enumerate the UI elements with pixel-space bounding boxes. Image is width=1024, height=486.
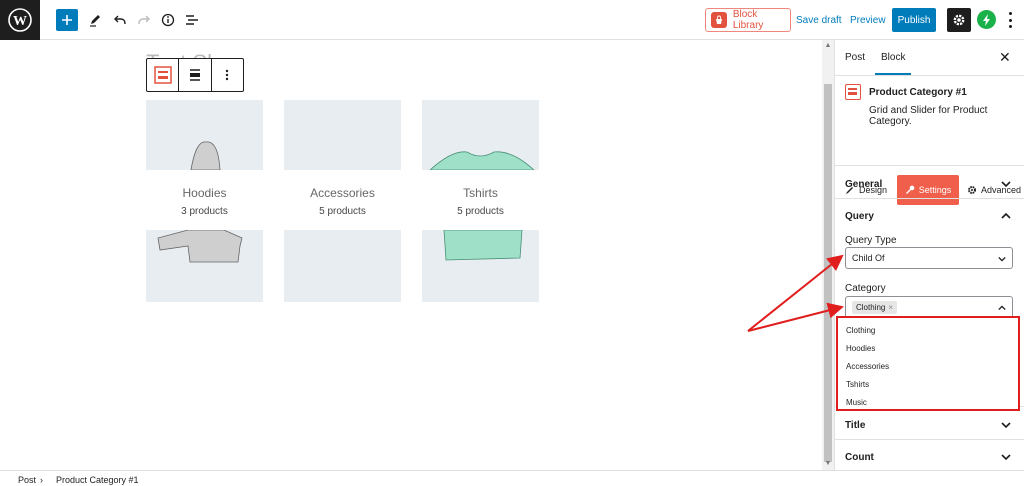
query-type-label: Query Type bbox=[845, 235, 897, 246]
breadcrumb-post[interactable]: Post bbox=[18, 475, 36, 485]
dropdown-option[interactable]: Clothing bbox=[846, 326, 875, 335]
scroll-down-icon[interactable]: ▼ bbox=[824, 460, 832, 468]
block-library-button[interactable]: Block Library bbox=[705, 8, 791, 32]
block-description: Grid and Slider for Product Category. bbox=[869, 105, 988, 127]
category-label: Category bbox=[845, 283, 886, 294]
add-block-button[interactable] bbox=[56, 9, 78, 31]
chevron-down-icon bbox=[1001, 181, 1011, 188]
category-tag-label: Clothing bbox=[856, 302, 886, 312]
editor-top-bar: W Block Library Save draft Preview Publi… bbox=[0, 0, 1024, 40]
chevron-up-icon bbox=[998, 305, 1006, 311]
panel-count-title: Count bbox=[845, 452, 874, 463]
block-more-options-icon[interactable] bbox=[212, 59, 243, 91]
tab-post[interactable]: Post bbox=[845, 52, 865, 63]
block-toolbar bbox=[146, 58, 244, 92]
panel-query-title[interactable]: Query bbox=[845, 211, 874, 222]
scroll-thumb[interactable] bbox=[824, 84, 832, 462]
category-count: 5 products bbox=[319, 206, 366, 217]
category-name: Hoodies bbox=[182, 186, 227, 200]
close-sidebar-icon[interactable]: ✕ bbox=[999, 49, 1011, 66]
panel-title-title: Title bbox=[845, 420, 866, 431]
panel-title[interactable]: Title bbox=[835, 406, 1024, 440]
tools-pencil-icon[interactable] bbox=[84, 9, 106, 31]
chevron-down-icon bbox=[998, 256, 1006, 262]
query-type-value: Child Of bbox=[852, 253, 885, 263]
panel-general-title: General bbox=[845, 179, 883, 190]
redo-icon[interactable] bbox=[133, 9, 155, 31]
performance-bolt-icon[interactable] bbox=[977, 10, 996, 29]
category-card[interactable]: Hoodies 3 products bbox=[146, 100, 263, 302]
category-count: 3 products bbox=[181, 206, 228, 217]
category-label-band: Accessories 5 products bbox=[284, 170, 401, 230]
dropdown-option[interactable]: Accessories bbox=[846, 362, 889, 371]
category-options-dropdown: Clothing Hoodies Accessories Tshirts Mus… bbox=[836, 316, 1020, 411]
dropdown-option[interactable]: Music bbox=[846, 398, 867, 407]
panel-count[interactable]: Count bbox=[835, 439, 1024, 470]
category-count: 5 products bbox=[457, 206, 504, 217]
undo-icon[interactable] bbox=[109, 9, 131, 31]
save-draft-button[interactable]: Save draft bbox=[796, 15, 842, 26]
remove-tag-icon[interactable]: × bbox=[888, 303, 893, 312]
block-title: Product Category #1 bbox=[869, 87, 967, 98]
chevron-up-icon[interactable] bbox=[1001, 211, 1011, 221]
publish-button[interactable]: Publish bbox=[892, 8, 936, 32]
panel-general[interactable]: General bbox=[835, 165, 1024, 199]
dropdown-option[interactable]: Tshirts bbox=[846, 380, 869, 389]
list-view-icon[interactable] bbox=[181, 9, 203, 31]
settings-gear-icon[interactable] bbox=[947, 8, 971, 32]
chevron-right-icon: › bbox=[40, 475, 43, 485]
category-tag[interactable]: Clothing × bbox=[852, 300, 898, 314]
category-card[interactable]: Tshirts 5 products bbox=[422, 100, 539, 302]
sidebar-tabs: Post Block ✕ bbox=[835, 40, 1024, 76]
chevron-down-icon bbox=[1001, 422, 1011, 429]
options-kebab-icon[interactable] bbox=[1004, 12, 1016, 28]
category-name: Tshirts bbox=[463, 186, 498, 200]
product-category-grid: Hoodies 3 products Accessories 5 product… bbox=[146, 100, 539, 302]
category-label-band: Hoodies 3 products bbox=[146, 170, 263, 230]
category-name: Accessories bbox=[310, 186, 375, 200]
svg-text:W: W bbox=[13, 14, 27, 29]
category-multiselect[interactable]: Clothing × bbox=[845, 296, 1013, 318]
dropdown-option[interactable]: Hoodies bbox=[846, 344, 875, 353]
query-type-select[interactable]: Child Of bbox=[845, 247, 1013, 269]
scroll-up-icon[interactable]: ▲ bbox=[824, 42, 832, 50]
canvas-scrollbar[interactable]: ▲ ▼ bbox=[822, 40, 834, 470]
block-library-label: Block Library bbox=[732, 9, 764, 31]
preview-button[interactable]: Preview bbox=[850, 15, 886, 26]
shopping-bag-icon bbox=[711, 12, 727, 28]
product-category-block-icon bbox=[845, 84, 861, 100]
align-icon[interactable] bbox=[179, 59, 212, 91]
details-info-icon[interactable] bbox=[157, 9, 179, 31]
category-label-band: Tshirts 5 products bbox=[422, 170, 539, 230]
breadcrumb: Post › Product Category #1 bbox=[0, 470, 1024, 486]
editor-canvas: Text Shop Hoodies 3 products Accessories bbox=[0, 40, 822, 470]
block-type-icon[interactable] bbox=[147, 59, 180, 91]
breadcrumb-block[interactable]: Product Category #1 bbox=[56, 475, 139, 485]
chevron-down-icon bbox=[1001, 454, 1011, 461]
wordpress-logo-icon[interactable]: W bbox=[0, 0, 40, 40]
category-card[interactable]: Accessories 5 products bbox=[284, 100, 401, 302]
tab-block[interactable]: Block bbox=[874, 52, 913, 75]
